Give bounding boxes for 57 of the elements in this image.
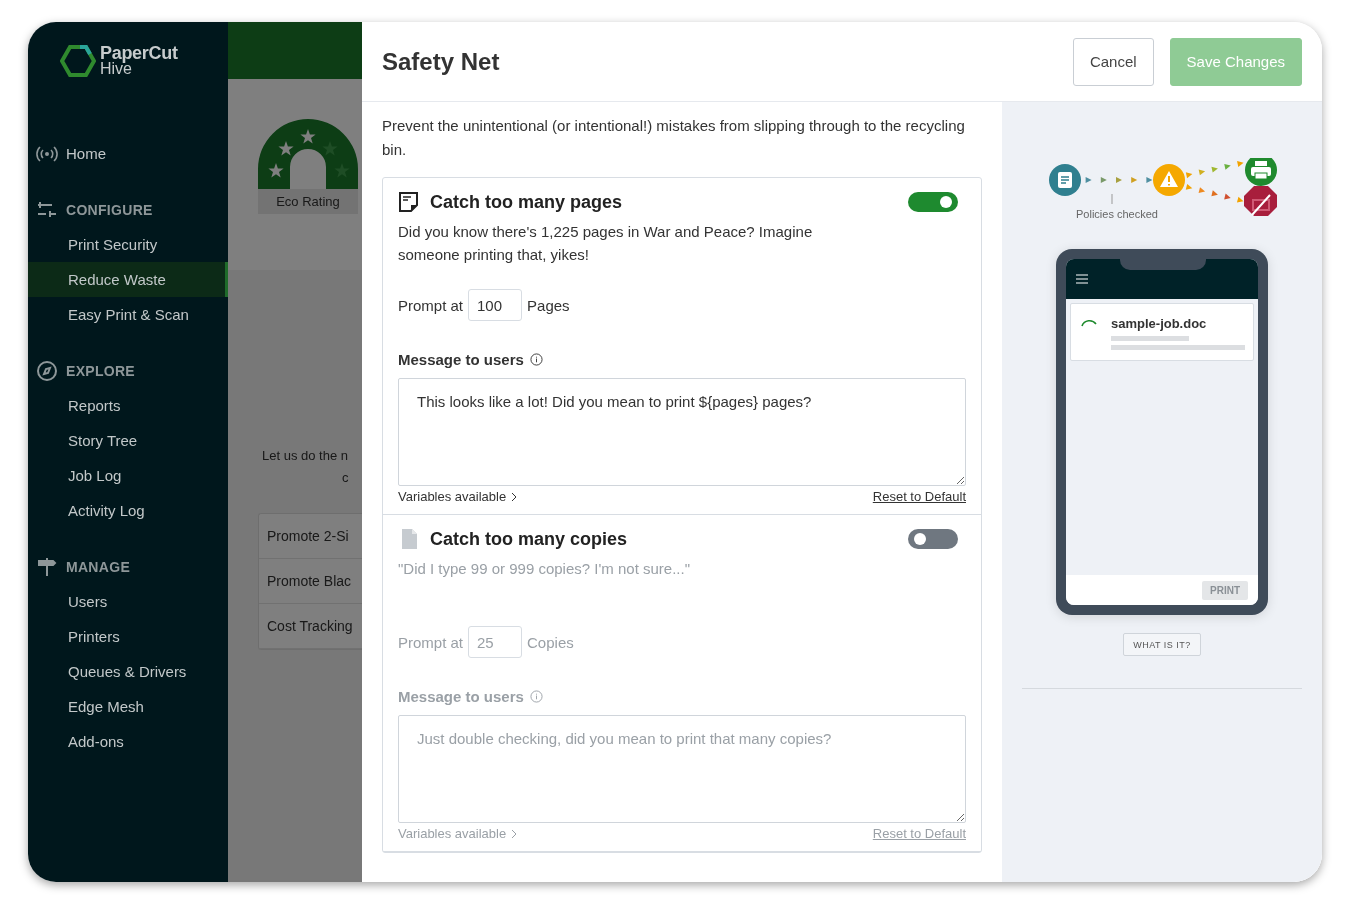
menu-icon [1076, 274, 1088, 284]
info-icon [529, 353, 543, 366]
logo-product: Hive [100, 61, 132, 77]
signpost-icon [36, 556, 58, 578]
unit-label: Pages [527, 296, 570, 314]
nav-item[interactable]: Reports [28, 388, 228, 423]
nav-item[interactable]: Printers [28, 619, 228, 654]
unit-label: Copies [527, 633, 574, 651]
toggle-switch[interactable] [908, 192, 958, 212]
section-heading: EXPLORE [66, 363, 135, 379]
flow-label: Policies checked [1076, 208, 1158, 220]
badge-label: Eco Rating [258, 189, 358, 214]
nav-item[interactable]: Add-ons [28, 724, 228, 759]
reset-link[interactable]: Reset to Default [872, 489, 966, 504]
message-label: Message to users [398, 688, 524, 705]
intro-text: Let us do the n [262, 447, 349, 465]
help-button[interactable]: WHAT IS IT? [1123, 633, 1201, 656]
message-textarea[interactable]: This looks like a lot! Did you mean to print ${pages} pages? [398, 378, 966, 486]
nav-item[interactable]: Home [28, 136, 228, 171]
nav-item[interactable]: Activity Log [28, 493, 228, 528]
logo-brand: PaperCut [100, 45, 178, 61]
threshold-input[interactable]: 100 [468, 289, 523, 321]
chevron-icon [510, 491, 519, 502]
logo-icon [60, 44, 96, 78]
policy-title: Catch too many copies [430, 528, 629, 550]
nav-item[interactable]: Users [28, 584, 228, 619]
section-heading: MANAGE [66, 559, 131, 575]
section-heading: CONFIGURE [66, 202, 153, 218]
leader-line [1111, 193, 1113, 205]
nav-item[interactable]: Easy Print & Scan [28, 297, 228, 332]
cancel-button[interactable]: Cancel [1072, 37, 1154, 86]
nav-item[interactable]: Story Tree [28, 423, 228, 458]
printer-icon [1245, 158, 1277, 186]
warning-icon [1153, 164, 1185, 196]
prompt-label: Prompt at [398, 296, 464, 314]
blocked-printer-icon [1244, 186, 1277, 216]
compass-icon [36, 360, 58, 382]
prompt-label: Prompt at [398, 633, 464, 651]
drawer-title: Safety Net [382, 47, 501, 76]
job-name: sample-job.doc [1111, 316, 1207, 331]
intro-text: c [341, 469, 350, 487]
toggle-switch[interactable] [908, 529, 958, 549]
nav-item[interactable]: Edge Mesh [28, 689, 228, 724]
nav-item[interactable]: Queues & Drivers [28, 654, 228, 689]
intro-text: Prevent the unintentional (or intentional!) mistakes from slipping through to the recycling bin. [382, 116, 966, 160]
note-icon [398, 191, 420, 213]
nav-item[interactable]: Reduce Waste [28, 262, 228, 297]
document-icon [1049, 164, 1081, 196]
policy-description: Did you know there's 1,225 pages in War and Peace? Imagine someone printing that, yikes! [398, 222, 814, 265]
chevron-icon [510, 828, 519, 839]
info-icon [529, 690, 543, 703]
message-label: Message to users [398, 351, 524, 368]
policy-title: Catch too many pages [430, 191, 624, 213]
variables-link[interactable]: Variables available [398, 489, 519, 504]
nav-item[interactable]: Print Security [28, 227, 228, 262]
nav-item[interactable]: Job Log [28, 458, 228, 493]
policy-description: "Did I type 99 or 999 copies? I'm not sure..." [398, 559, 691, 579]
